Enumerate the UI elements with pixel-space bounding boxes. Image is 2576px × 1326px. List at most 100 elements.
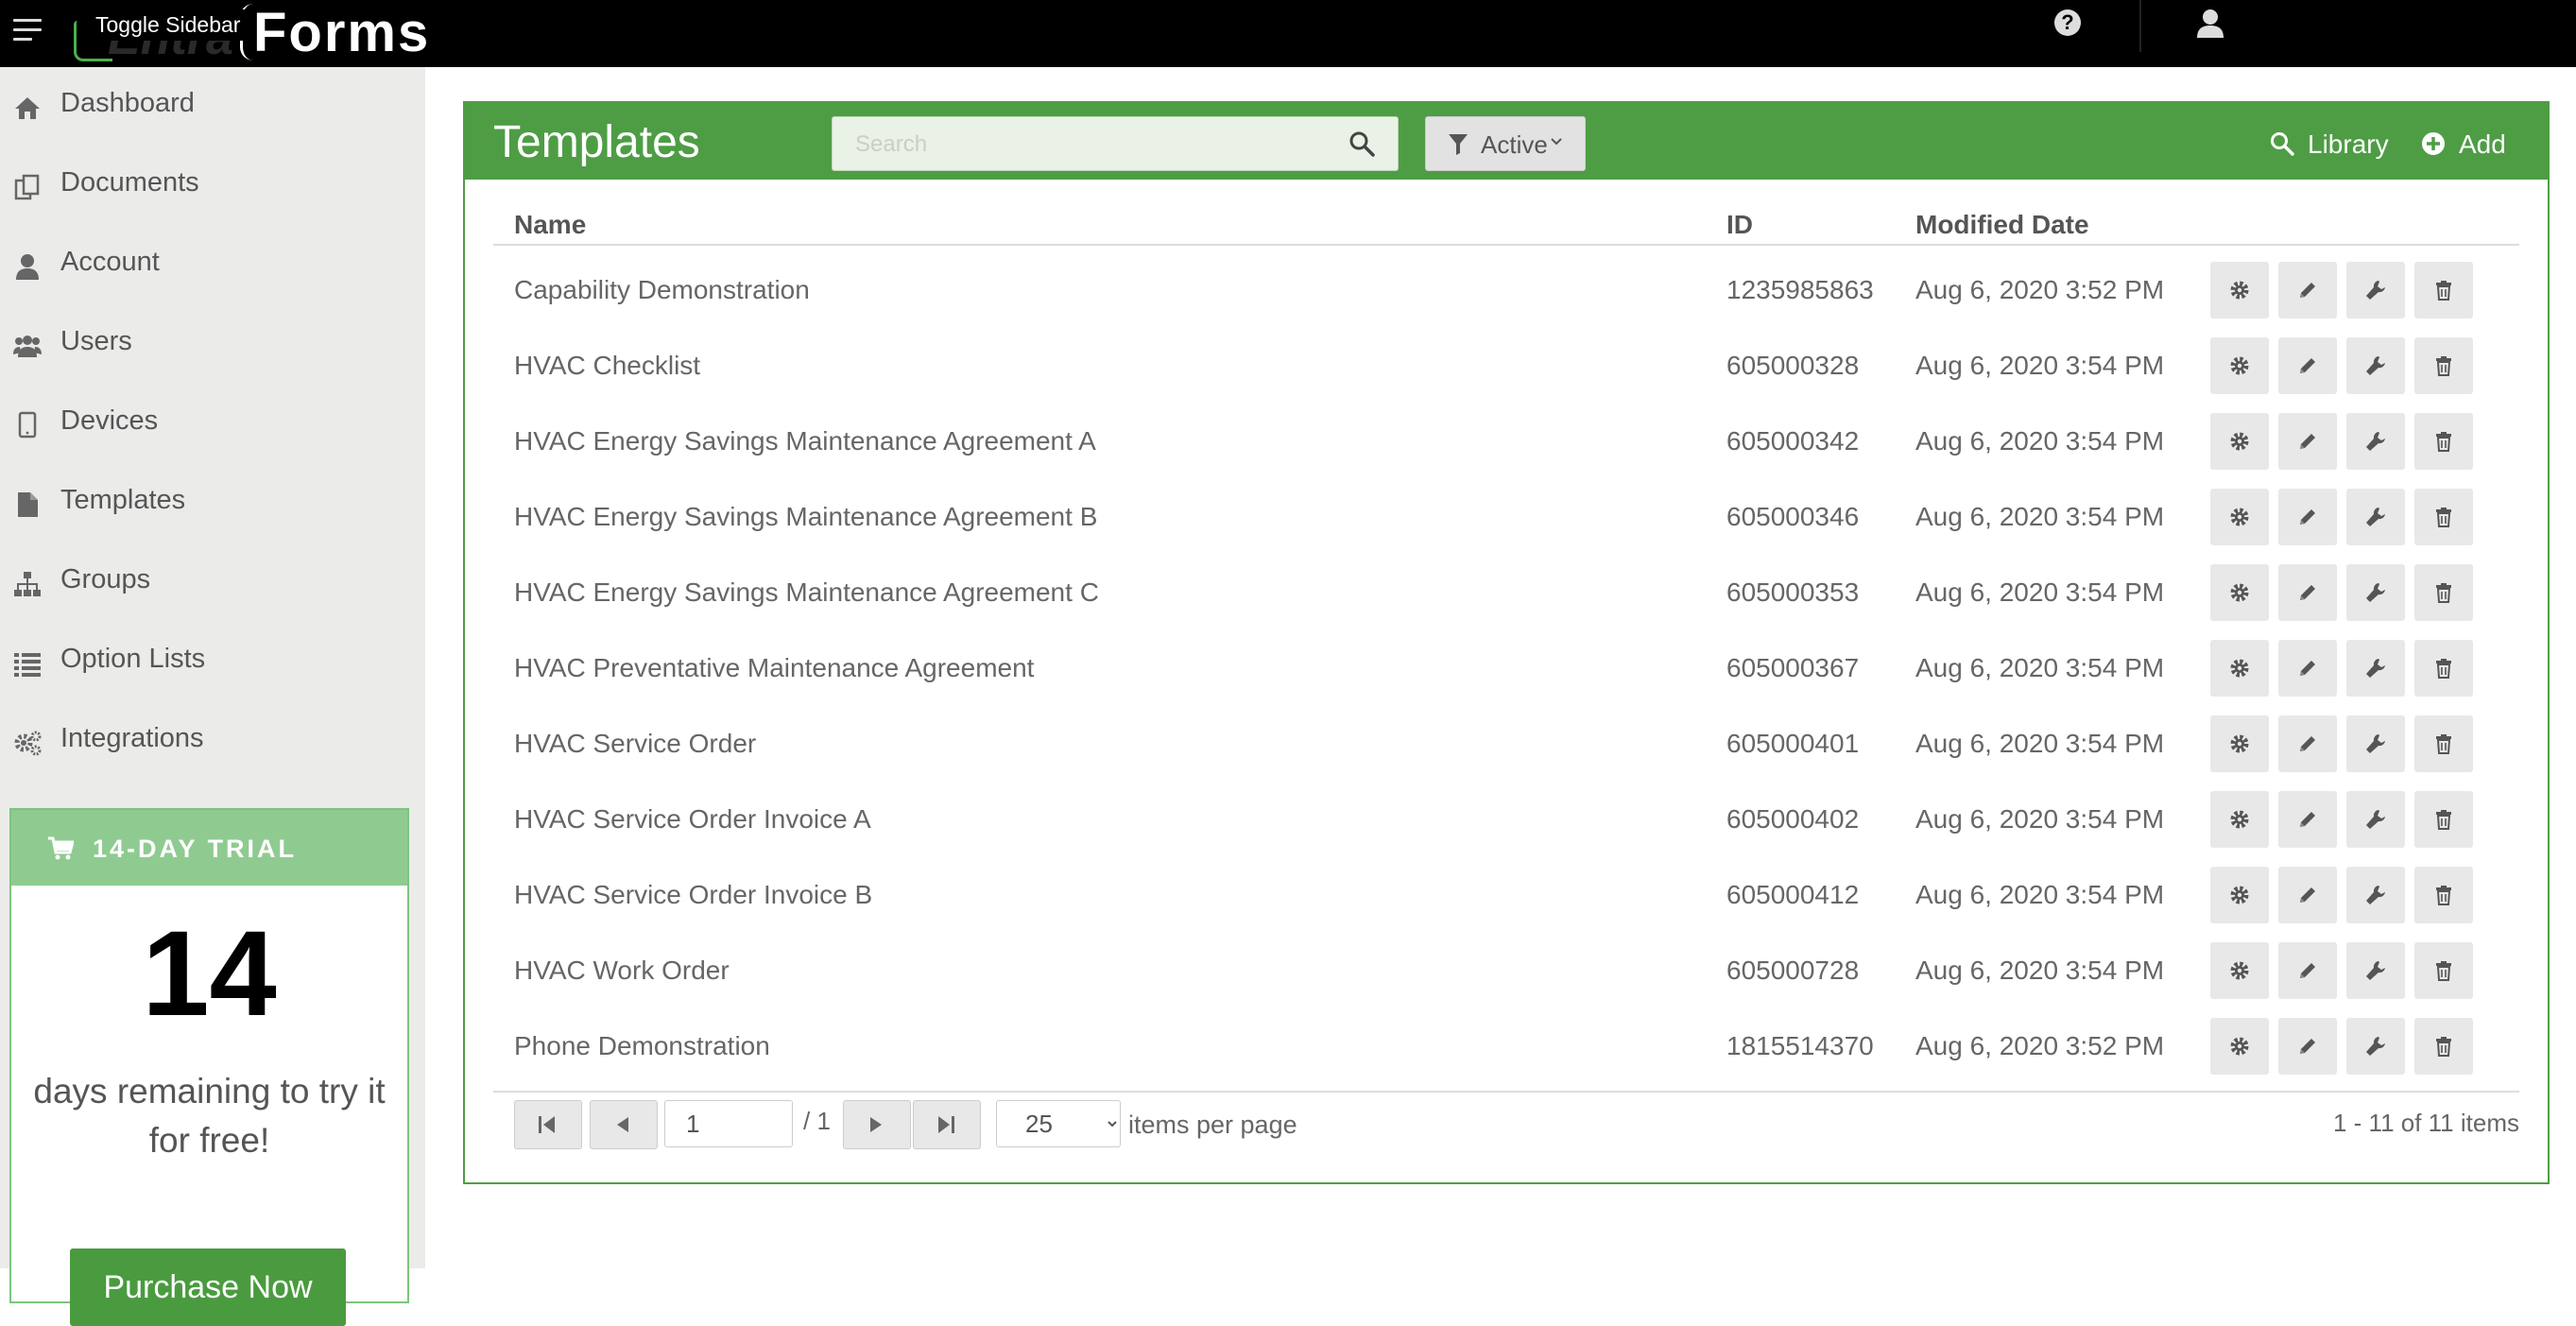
edit-button[interactable]: [2278, 413, 2337, 470]
wrench-button[interactable]: [2346, 337, 2405, 394]
table-row[interactable]: HVAC Checklist 605000328 Aug 6, 2020 3:54 …: [493, 328, 2519, 404]
previous-page-button[interactable]: [590, 1100, 658, 1149]
wrench-button[interactable]: [2346, 715, 2405, 772]
edit-button[interactable]: [2278, 337, 2337, 394]
column-header-modified-date[interactable]: Modified Date: [1915, 210, 2089, 240]
logo-text: Forms: [253, 2, 431, 63]
template-name[interactable]: HVAC Energy Savings Maintenance Agreemen…: [514, 502, 1097, 532]
items-per-page-select[interactable]: 25: [996, 1100, 1121, 1147]
wrench-button[interactable]: [2346, 942, 2405, 999]
sidebar-item-account[interactable]: Account: [0, 230, 425, 296]
status-filter-dropdown[interactable]: Active: [1425, 116, 1586, 171]
template-name[interactable]: HVAC Work Order: [514, 956, 730, 986]
first-page-button[interactable]: [514, 1100, 582, 1149]
trash-button[interactable]: [2414, 867, 2473, 923]
sidebar-item-devices[interactable]: Devices: [0, 388, 425, 455]
menu-icon[interactable]: [13, 19, 42, 45]
template-name[interactable]: HVAC Energy Savings Maintenance Agreemen…: [514, 426, 1096, 456]
table-row[interactable]: HVAC Energy Savings Maintenance Agreemen…: [493, 404, 2519, 479]
sidebar-item-documents[interactable]: Documents: [0, 150, 425, 216]
settings-button[interactable]: [2210, 867, 2269, 923]
wrench-button[interactable]: [2346, 413, 2405, 470]
settings-button[interactable]: [2210, 1018, 2269, 1075]
sidebar-item-groups[interactable]: Groups: [0, 547, 425, 613]
template-name[interactable]: Capability Demonstration: [514, 275, 810, 305]
wrench-button[interactable]: [2346, 564, 2405, 621]
user-profile-icon[interactable]: [2196, 9, 2224, 39]
top-bar: Entra Toggle Sidebar Forms ?: [0, 0, 2576, 67]
wrench-button[interactable]: [2346, 791, 2405, 848]
trash-button[interactable]: [2414, 564, 2473, 621]
template-name[interactable]: HVAC Service Order: [514, 729, 756, 759]
trash-button[interactable]: [2414, 337, 2473, 394]
table-row[interactable]: HVAC Service Order Invoice A 605000402 Aug…: [493, 782, 2519, 857]
settings-icon: [2230, 961, 2249, 980]
template-name[interactable]: HVAC Checklist: [514, 351, 700, 381]
settings-button[interactable]: [2210, 262, 2269, 319]
page-number-input[interactable]: [664, 1100, 793, 1147]
trash-button[interactable]: [2414, 640, 2473, 697]
trash-icon: [2436, 810, 2451, 830]
settings-button[interactable]: [2210, 413, 2269, 470]
template-name[interactable]: HVAC Service Order Invoice A: [514, 804, 871, 835]
table-row[interactable]: HVAC Service Order Invoice B 605000412 Aug…: [493, 857, 2519, 933]
last-page-button[interactable]: [913, 1100, 981, 1149]
wrench-button[interactable]: [2346, 867, 2405, 923]
settings-button[interactable]: [2210, 791, 2269, 848]
template-name[interactable]: HVAC Preventative Maintenance Agreement: [514, 653, 1034, 683]
settings-button[interactable]: [2210, 564, 2269, 621]
purchase-now-button[interactable]: Purchase Now: [70, 1249, 346, 1326]
wrench-button[interactable]: [2346, 1018, 2405, 1075]
sidebar-item-users[interactable]: Users: [0, 309, 425, 375]
trash-button[interactable]: [2414, 489, 2473, 545]
table-row[interactable]: HVAC Work Order 605000728 Aug 6, 2020 3:54…: [493, 933, 2519, 1008]
wrench-button[interactable]: [2346, 489, 2405, 545]
trash-button[interactable]: [2414, 715, 2473, 772]
edit-button[interactable]: [2278, 262, 2337, 319]
edit-button[interactable]: [2278, 489, 2337, 545]
column-header-id[interactable]: ID: [1726, 210, 1753, 240]
table-row[interactable]: HVAC Service Order 605000401 Aug 6, 2020 3…: [493, 706, 2519, 782]
table-row[interactable]: Capability Demonstration 1235985863 Aug 6,…: [493, 252, 2519, 328]
settings-button[interactable]: [2210, 715, 2269, 772]
sidebar-item-templates[interactable]: Templates: [0, 468, 425, 534]
template-id: 605000342: [1726, 426, 1860, 456]
template-name[interactable]: Phone Demonstration: [514, 1031, 770, 1061]
trash-button[interactable]: [2414, 791, 2473, 848]
table-row[interactable]: HVAC Preventative Maintenance Agreement 6…: [493, 630, 2519, 706]
settings-button[interactable]: [2210, 640, 2269, 697]
column-header-name[interactable]: Name: [514, 210, 586, 240]
settings-button[interactable]: [2210, 337, 2269, 394]
sidebar-item-option-lists[interactable]: Option Lists: [0, 627, 425, 693]
add-button[interactable]: Add: [2421, 116, 2514, 169]
table-row[interactable]: Phone Demonstration 1815514370 Aug 6, 2020…: [493, 1008, 2519, 1084]
trash-button[interactable]: [2414, 942, 2473, 999]
edit-button[interactable]: [2278, 942, 2337, 999]
template-name[interactable]: HVAC Energy Savings Maintenance Agreemen…: [514, 577, 1099, 608]
edit-button[interactable]: [2278, 715, 2337, 772]
settings-button[interactable]: [2210, 489, 2269, 545]
sidebar-item-dashboard[interactable]: Dashboard: [0, 71, 425, 137]
trash-button[interactable]: [2414, 413, 2473, 470]
edit-button[interactable]: [2278, 640, 2337, 697]
table-row[interactable]: HVAC Energy Savings Maintenance Agreemen…: [493, 555, 2519, 630]
help-icon[interactable]: ?: [2054, 9, 2081, 36]
wrench-button[interactable]: [2346, 262, 2405, 319]
wrench-button[interactable]: [2346, 640, 2405, 697]
trash-button[interactable]: [2414, 1018, 2473, 1075]
search-input[interactable]: [853, 125, 1348, 164]
search-icon[interactable]: [1348, 130, 1375, 157]
sidebar-item-integrations[interactable]: Integrations: [0, 706, 425, 772]
template-name[interactable]: HVAC Service Order Invoice B: [514, 880, 872, 910]
edit-icon: [2300, 887, 2315, 903]
settings-icon: [2230, 432, 2249, 451]
settings-button[interactable]: [2210, 942, 2269, 999]
edit-button[interactable]: [2278, 867, 2337, 923]
table-row[interactable]: HVAC Energy Savings Maintenance Agreemen…: [493, 479, 2519, 555]
edit-button[interactable]: [2278, 791, 2337, 848]
edit-button[interactable]: [2278, 1018, 2337, 1075]
next-page-button[interactable]: [843, 1100, 911, 1149]
edit-button[interactable]: [2278, 564, 2337, 621]
library-button[interactable]: Library: [2270, 116, 2389, 169]
trash-button[interactable]: [2414, 262, 2473, 319]
